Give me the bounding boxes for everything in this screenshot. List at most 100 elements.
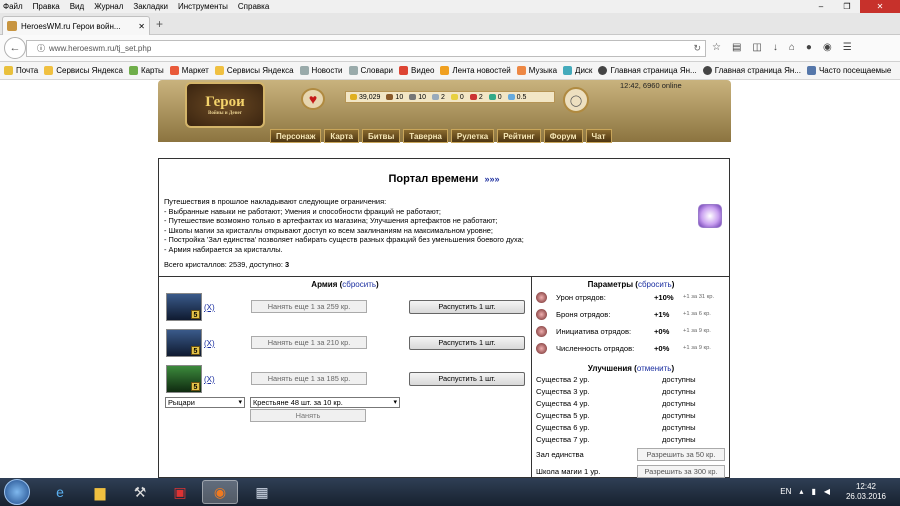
app-icon[interactable]: ▣ (162, 480, 198, 504)
faction-select[interactable]: Рыцари (165, 397, 245, 408)
disband-button[interactable]: Распустить 1 шт. (409, 336, 525, 350)
maps-icon (128, 66, 138, 75)
hire-button[interactable]: Нанять еще 1 за 259 кр. (251, 300, 367, 313)
upgrade-row: Существа 3 ур. доступны (536, 387, 696, 396)
nav-rating[interactable]: Рейтинг (497, 129, 541, 143)
hire-button[interactable]: Нанять еще 1 за 210 кр. (251, 336, 367, 349)
new-tab-icon[interactable]: + (156, 17, 163, 31)
remove-unit-link[interactable]: (X) (204, 303, 215, 312)
param-damage[interactable]: Урон отрядов: +10% +1 за 31 кр. (536, 291, 731, 305)
menu-file[interactable]: Файл (3, 2, 23, 11)
army-reset-link[interactable]: сбросить (342, 280, 376, 289)
reading-list-icon[interactable]: ▤ (732, 42, 741, 53)
tray-arrow-icon[interactable]: ▴ (799, 487, 803, 496)
param-armor[interactable]: Броня отрядов: +1% +1 за 6 кр. (536, 308, 731, 322)
bookmark-item[interactable]: Музыка (516, 66, 557, 75)
menu-bookmarks[interactable]: Закладки (133, 2, 168, 11)
mercury-resource: 2 (432, 94, 445, 101)
heart-icon[interactable]: ♥ (301, 88, 325, 110)
nav-map[interactable]: Карта (324, 129, 359, 143)
menu-view[interactable]: Вид (70, 2, 84, 11)
buy-button[interactable]: Нанять (250, 409, 366, 422)
bookmark-item[interactable]: Карты (128, 66, 164, 75)
param-numbers[interactable]: Численность отрядов: +0% +1 за 9 кр. (536, 342, 731, 356)
calculator-icon[interactable]: ▦ (244, 480, 280, 504)
restriction-line: - Путешествие возможно только в артефакт… (164, 216, 498, 226)
reload-icon[interactable]: ↻ (693, 43, 701, 54)
home-icon[interactable]: ⌂ (789, 42, 795, 53)
back-icon[interactable]: ← (4, 37, 26, 59)
bookmark-item[interactable]: Диск (563, 66, 592, 75)
nav-roulette[interactable]: Рулетка (450, 129, 495, 143)
bookmark-item[interactable]: Почта (4, 66, 38, 75)
unit-slot-2[interactable]: 5 (166, 329, 202, 357)
bookmark-item[interactable]: Главная страница Ян... (702, 66, 801, 75)
start-button[interactable] (4, 479, 30, 505)
upgrades-cancel-link[interactable]: отменить (637, 364, 672, 373)
language-indicator[interactable]: EN (780, 487, 791, 496)
bookmark-item[interactable]: Лента новостей (440, 66, 511, 75)
school-label: Школа магии 1 ур. (536, 467, 601, 476)
star-icon[interactable]: ☆ (712, 42, 721, 53)
ring-icon[interactable]: ◯ (563, 87, 589, 113)
network-icon[interactable]: ▮ (811, 487, 815, 496)
download-icon[interactable]: ↓ (773, 42, 778, 53)
unit-slot-3[interactable]: 5 (166, 365, 202, 393)
tool-icon[interactable]: ⚒ (122, 480, 158, 504)
yandex-icon (702, 66, 712, 75)
menu-edit[interactable]: Правка (33, 2, 60, 11)
maximize-icon[interactable]: ❐ (834, 0, 860, 13)
sync-icon[interactable]: ◉ (823, 42, 832, 53)
disk-icon (563, 66, 573, 75)
menu-history[interactable]: Журнал (94, 2, 123, 11)
page-title: Портал времени »»» (388, 173, 500, 185)
disband-button[interactable]: Распустить 1 шт. (409, 372, 525, 386)
hamburger-menu-icon[interactable]: ☰ (843, 42, 852, 53)
ie-icon[interactable]: e (42, 480, 78, 504)
nav-character[interactable]: Персонаж (270, 129, 322, 143)
info-icon[interactable]: ⓘ (37, 43, 45, 54)
nav-forum[interactable]: Форум (543, 129, 583, 143)
title-link[interactable]: »»» (484, 174, 499, 184)
bookmark-item[interactable]: Словари (348, 66, 393, 75)
numbers-icon (536, 343, 547, 354)
menu-tools[interactable]: Инструменты (178, 2, 228, 11)
tab-close-icon[interactable]: ✕ (138, 22, 145, 31)
params-reset-link[interactable]: сбросить (638, 280, 672, 289)
bookmark-item[interactable]: Часто посещаемые (806, 66, 891, 75)
school-unlock-button[interactable]: Разрешить за 300 кр. (637, 465, 725, 478)
remove-unit-link[interactable]: (X) (204, 375, 215, 384)
bookmark-item[interactable]: Видео (399, 66, 434, 75)
hire-button[interactable]: Нанять еще 1 за 185 кр. (251, 372, 367, 385)
yandex-icon (598, 66, 608, 75)
clock[interactable]: 12:42 26.03.2016 (846, 482, 886, 502)
folder-icon[interactable]: ▆ (82, 480, 118, 504)
url-bar[interactable]: ⓘ www.heroeswm.ru/tj_set.php ↻ (26, 40, 706, 57)
minimize-icon[interactable]: – (808, 0, 834, 13)
menu-help[interactable]: Справка (238, 2, 269, 11)
game-logo[interactable]: Герои Войны и Денег (185, 82, 265, 128)
nav-battles[interactable]: Битвы (361, 129, 401, 143)
unit-slot-1[interactable]: 5 (166, 293, 202, 321)
firefox-icon[interactable]: ◉ (202, 480, 238, 504)
nav-chat[interactable]: Чат (585, 129, 612, 143)
hall-unlock-button[interactable]: Разрешить за 50 кр. (637, 448, 725, 461)
pocket-icon[interactable]: ◫ (752, 42, 761, 53)
chat-icon[interactable]: ● (806, 42, 812, 53)
creature-select[interactable]: Крестьяне 48 шт. за 10 кр. (250, 397, 400, 408)
param-initiative[interactable]: Инициатива отрядов: +0% +1 за 9 кр. (536, 325, 731, 339)
remove-unit-link[interactable]: (X) (204, 339, 215, 348)
bookmark-item[interactable]: Главная страница Ян... (598, 66, 697, 75)
video-icon (399, 66, 409, 75)
bookmark-item[interactable]: Новости (299, 66, 343, 75)
volume-icon[interactable]: ◀ (824, 487, 830, 496)
disband-button[interactable]: Распустить 1 шт. (409, 300, 525, 314)
bookmark-item[interactable]: Сервисы Яндекса (44, 66, 123, 75)
tab-heroeswm[interactable]: HeroesWM.ru Герои войн... ✕ (2, 16, 150, 35)
nav-tavern[interactable]: Таверна (403, 129, 448, 143)
close-icon[interactable]: ✕ (860, 0, 900, 13)
mail-icon (4, 66, 13, 75)
bookmark-item[interactable]: Сервисы Яндекса (214, 66, 294, 75)
bookmark-item[interactable]: Маркет (169, 66, 209, 75)
unit-level-badge: 5 (191, 346, 200, 355)
